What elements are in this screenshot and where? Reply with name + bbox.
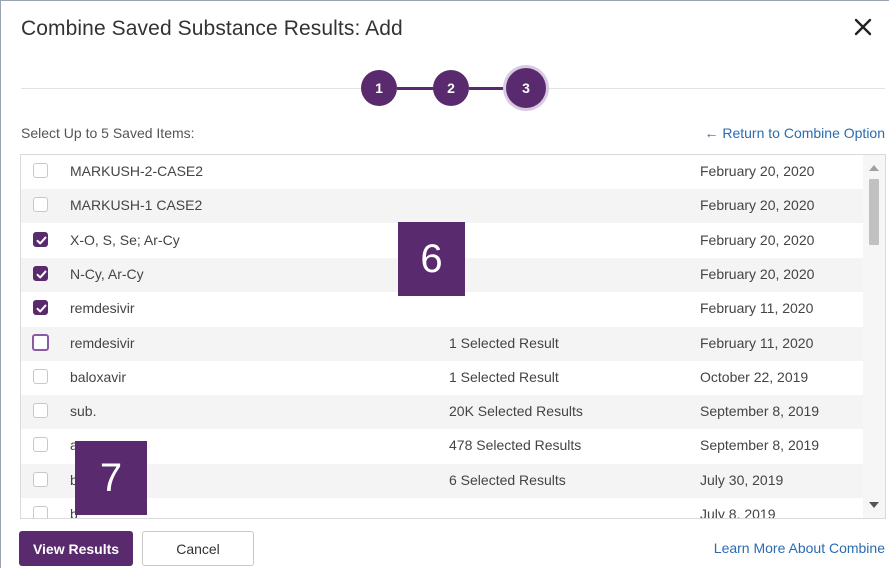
check-icon <box>36 270 47 279</box>
arrow-left-icon: ← <box>704 125 719 141</box>
step-3-active: 3 <box>506 68 546 108</box>
learn-more-link[interactable]: Learn More About Combine <box>714 540 885 556</box>
close-icon[interactable] <box>851 15 875 39</box>
list-item[interactable]: remdesivir February 11, 2020 <box>21 292 864 326</box>
checkbox[interactable] <box>33 403 48 419</box>
item-name: MARKUSH-2-CASE2 <box>70 163 204 179</box>
scrollbar-thumb[interactable] <box>869 179 879 245</box>
item-name: sub. <box>70 403 97 420</box>
scroll-down-icon[interactable] <box>869 502 879 508</box>
saved-items-list[interactable]: MARKUSH-2-CASE2 February 20, 2020 MARKUSH-… <box>20 154 886 519</box>
item-name: MARKUSH-1 CASE2 <box>70 197 203 214</box>
item-name: N-Cy, Ar-Cy <box>70 265 144 282</box>
item-date: February 20, 2020 <box>700 265 815 282</box>
checkbox[interactable] <box>33 368 48 384</box>
checkbox[interactable] <box>33 506 48 518</box>
checkbox[interactable] <box>33 471 48 487</box>
list-item[interactable]: b July 8, 2019 <box>21 498 864 519</box>
return-link-label: Return to Combine Option <box>722 125 885 141</box>
overlay-badge-6: 6 <box>398 222 465 296</box>
list-item[interactable]: MARKUSH-1 CASE2 February 20, 2020 <box>21 189 864 224</box>
overlay-badge-7: 7 <box>75 441 147 515</box>
select-hint: Select Up to 5 Saved Items: <box>21 125 195 141</box>
checkbox[interactable] <box>33 163 48 178</box>
step-connector <box>397 87 437 90</box>
checkbox[interactable] <box>32 333 49 351</box>
list-item[interactable]: a 478 Selected Results September 8, 2019 <box>21 429 864 463</box>
item-date: September 8, 2019 <box>700 437 820 454</box>
checkbox-checked[interactable] <box>33 300 48 316</box>
scroll-up-icon[interactable] <box>869 165 879 171</box>
dialog-title: Combine Saved Substance Results: Add <box>21 17 403 40</box>
list-item[interactable]: sub. 20K Selected Results September 8, 201… <box>21 395 864 430</box>
list-scrollbar[interactable] <box>863 155 885 518</box>
item-date: February 20, 2020 <box>700 197 815 214</box>
item-date: February 11, 2020 <box>700 334 814 351</box>
item-result-count: 478 Selected Results <box>449 437 582 454</box>
checkbox[interactable] <box>33 197 48 213</box>
checkbox[interactable] <box>33 437 48 453</box>
step-connector <box>469 87 509 90</box>
check-icon <box>36 304 47 313</box>
list-item[interactable]: baloxavir 1 Selected Result October 22, 20… <box>21 361 864 395</box>
item-date: February 20, 2020 <box>700 163 815 179</box>
item-date: February 20, 2020 <box>700 231 815 248</box>
item-name: remdesivir <box>70 300 135 317</box>
view-results-button[interactable]: View Results <box>19 531 133 566</box>
item-date: July 30, 2019 <box>700 471 784 488</box>
combine-dialog: Combine Saved Substance Results: Add 1 2… <box>0 0 889 568</box>
item-name: X-O, S, Se; Ar-Cy <box>70 231 180 248</box>
step-2: 2 <box>433 70 469 106</box>
list-item[interactable]: remdesivir 1 Selected Result February 11, … <box>21 326 864 361</box>
item-name: baloxavir <box>70 368 127 385</box>
check-icon <box>36 236 47 244</box>
checkbox-checked[interactable] <box>33 265 48 281</box>
list-item[interactable]: b6 Selected Results July 30, 2019 <box>21 463 864 498</box>
item-date: September 8, 2019 <box>700 403 820 420</box>
list-item[interactable]: MARKUSH-2-CASE2 February 20, 2020 <box>21 155 864 189</box>
item-result-count: 20K Selected Results <box>449 403 583 420</box>
item-date: July 8, 2019 <box>700 506 776 519</box>
item-date: February 11, 2020 <box>700 300 814 317</box>
item-result-count: 1 Selected Result <box>449 334 559 351</box>
item-result-count: 6 Selected Results <box>449 471 566 488</box>
checkbox-checked[interactable] <box>33 231 48 247</box>
item-date: October 22, 2019 <box>700 368 809 385</box>
step-1: 1 <box>361 70 397 106</box>
item-name: remdesivir <box>70 334 135 351</box>
return-to-combine-link[interactable]: ← Return to Combine Option <box>704 125 885 141</box>
cancel-button[interactable]: Cancel <box>142 531 254 566</box>
item-result-count: 1 Selected Result <box>449 368 559 385</box>
